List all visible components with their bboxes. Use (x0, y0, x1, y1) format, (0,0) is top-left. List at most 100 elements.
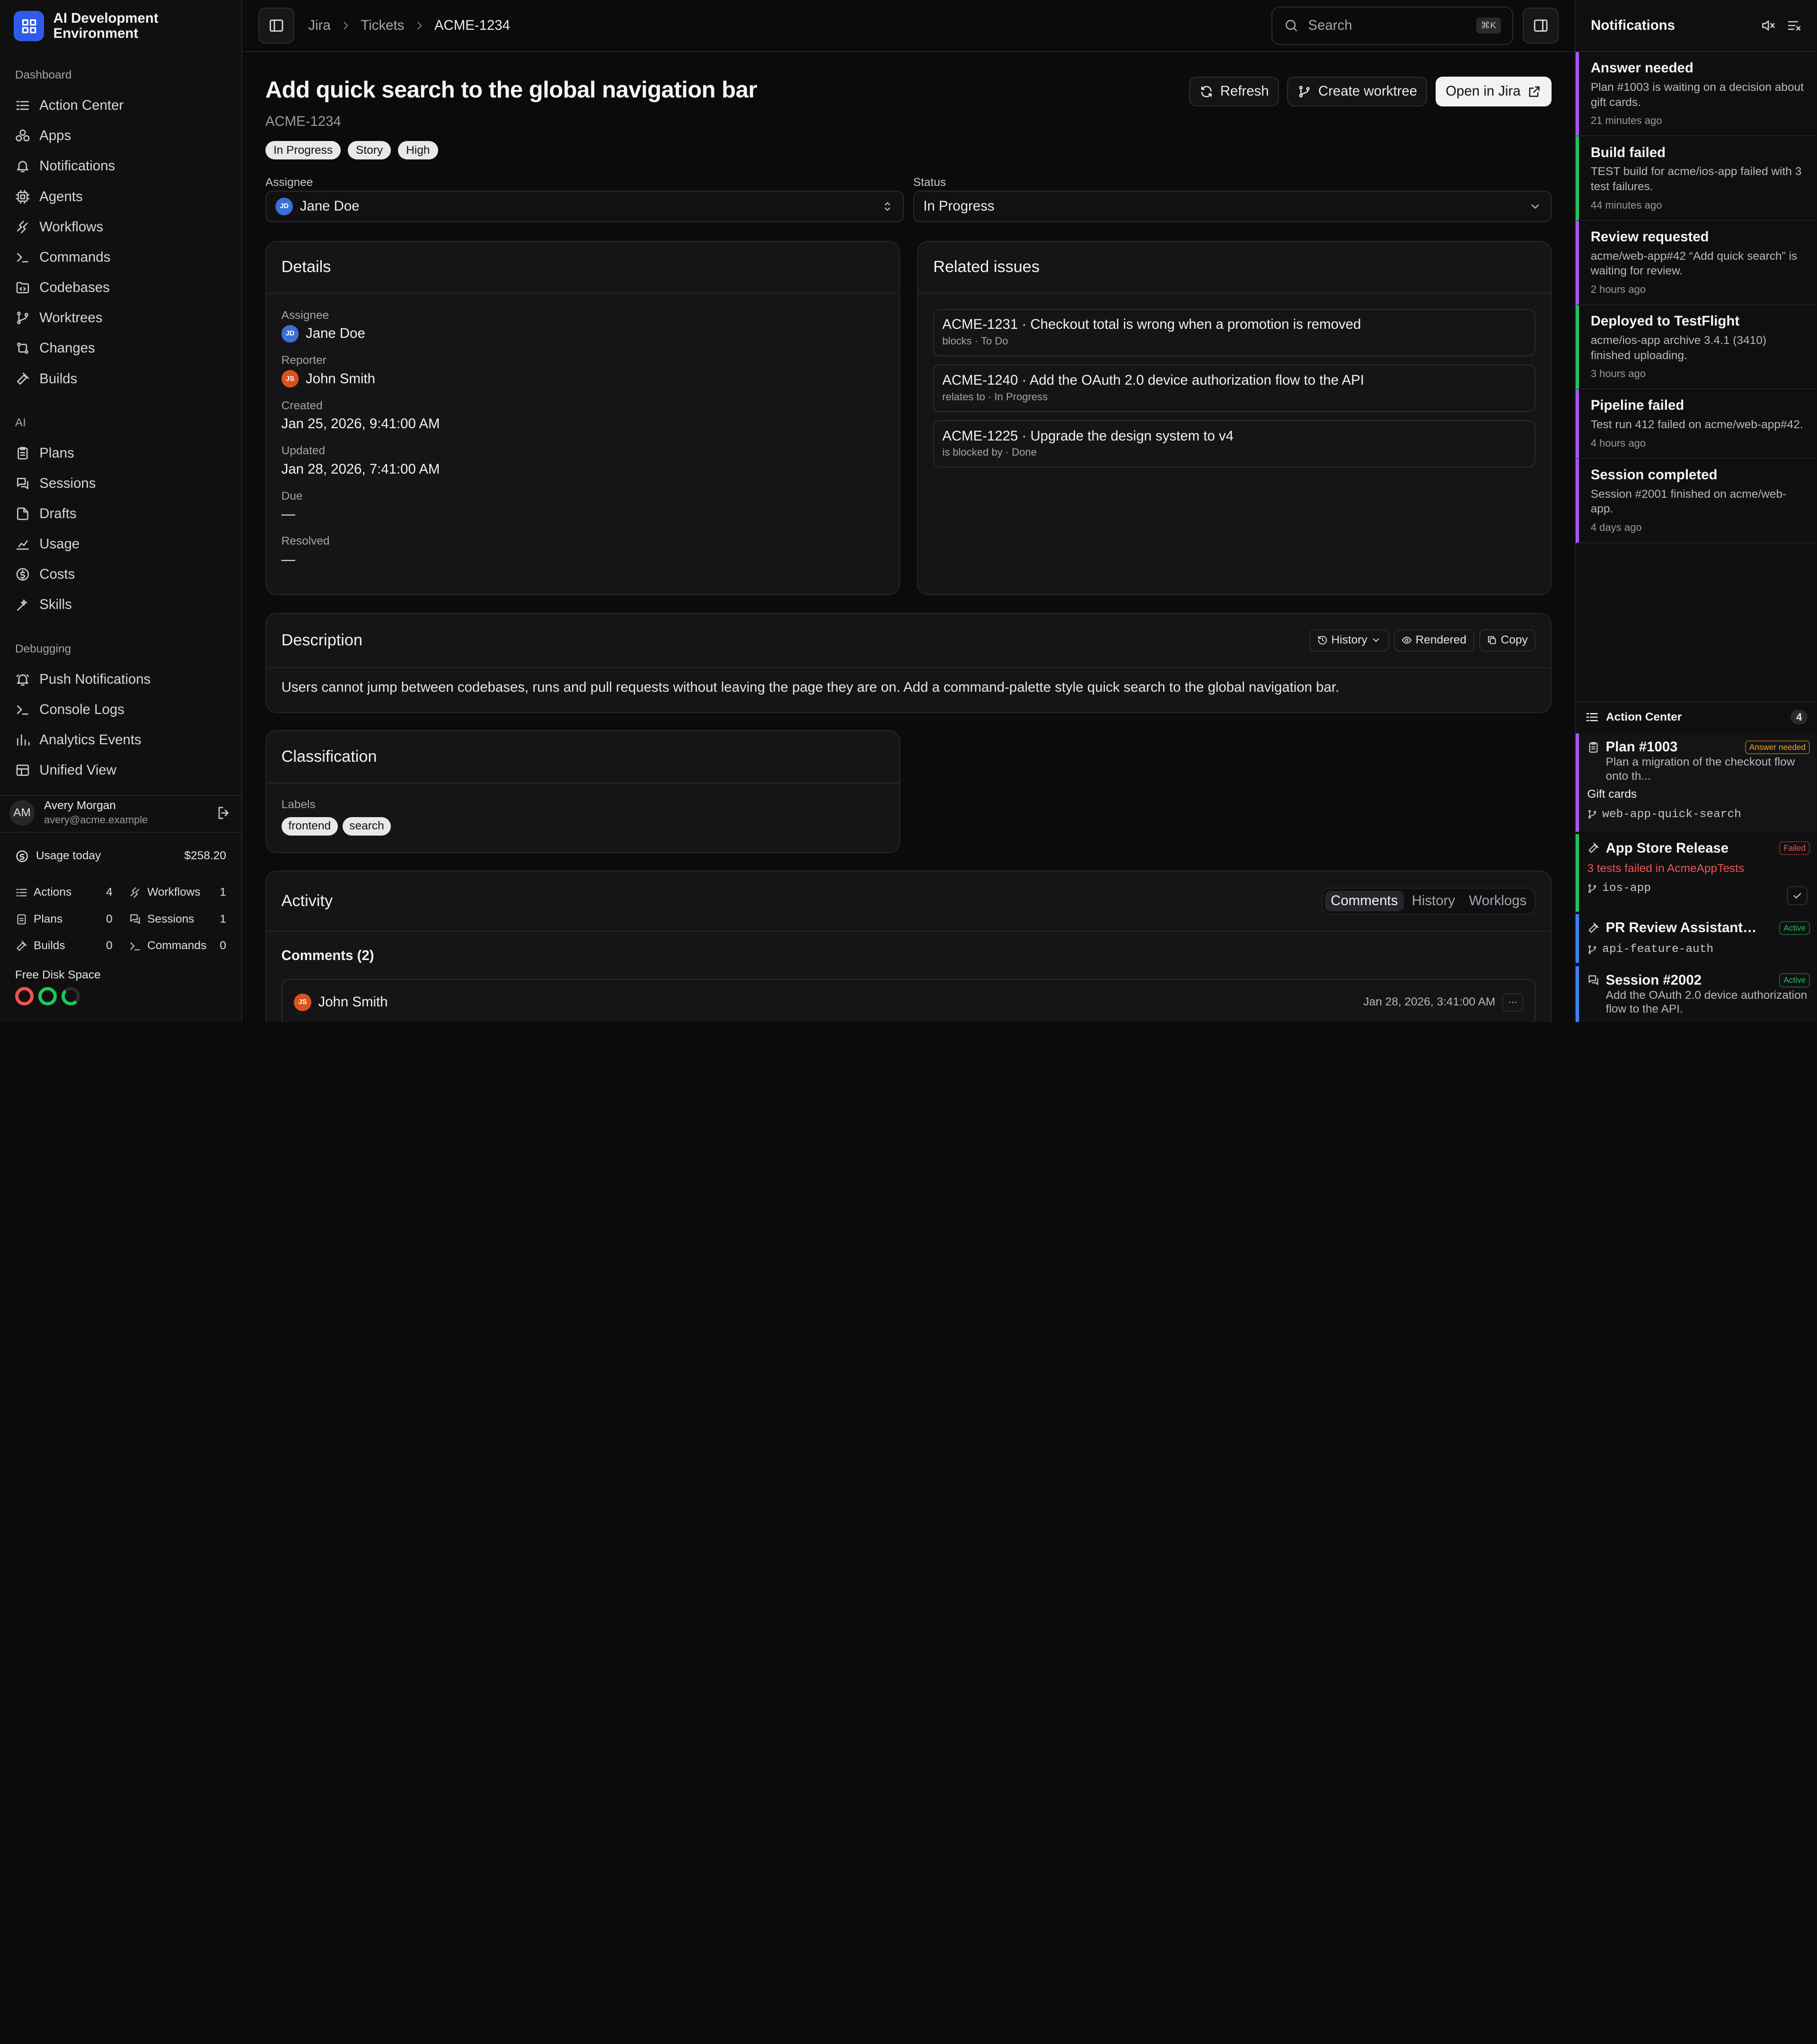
nav-costs[interactable]: Costs (0, 559, 241, 590)
nav-push-notifications[interactable]: Push Notifications (0, 664, 241, 695)
brand[interactable]: AI Development Environment (0, 0, 241, 52)
action-item-plan[interactable]: Plan #1003 Answer needed Plan a migration… (1576, 733, 1817, 832)
notification-item[interactable]: Review requested acme/web-app#42 “Add qui… (1576, 220, 1817, 306)
breadcrumb-tickets[interactable]: Tickets (361, 18, 404, 34)
messages-icon (1587, 974, 1600, 987)
rendered-toggle[interactable]: Rendered (1394, 629, 1474, 652)
action-item-session[interactable]: Session #2002 Active Add the OAuth 2.0 de… (1576, 966, 1817, 1022)
nav-commands[interactable]: Commands (0, 242, 241, 273)
history-dropdown[interactable]: History (1309, 629, 1389, 652)
tab-history[interactable]: History (1406, 891, 1461, 912)
comment-item: JS John Smith Jan 28, 2026, 3:41:00 AM ·… (281, 979, 1536, 1022)
notification-item[interactable]: Session completed Session #2001 finished … (1576, 458, 1817, 544)
tab-comments[interactable]: Comments (1325, 890, 1404, 912)
tab-worklogs[interactable]: Worklogs (1463, 891, 1532, 912)
create-worktree-button[interactable]: Create worktree (1287, 76, 1428, 107)
git-compare-icon (15, 341, 30, 356)
nav-action-center[interactable]: Action Center (0, 90, 241, 121)
nav-usage[interactable]: Usage (0, 529, 241, 559)
user-profile[interactable]: AM Avery Morgan avery@acme.example (0, 795, 241, 829)
action-item-title: Session #2002 (1605, 972, 1702, 988)
action-item-release[interactable]: App Store Release Failed 3 tests failed i… (1576, 834, 1817, 912)
ticket-key: ACME-1234 (265, 113, 341, 129)
open-in-jira-button[interactable]: Open in Jira (1435, 76, 1552, 107)
nav-workflows[interactable]: Workflows (0, 212, 241, 242)
status-badge: Active (1779, 921, 1810, 935)
nav-label: Workflows (39, 219, 104, 235)
related-issue[interactable]: ACME-1225 · Upgrade the design system to… (933, 420, 1536, 468)
related-issue[interactable]: ACME-1240 · Add the OAuth 2.0 device aut… (933, 364, 1536, 412)
action-center-count: 4 (1790, 710, 1808, 725)
disk-ring[interactable] (38, 987, 57, 1006)
status-value: In Progress (923, 198, 995, 214)
nav-plans[interactable]: Plans (0, 438, 241, 468)
copy-icon (1487, 635, 1497, 645)
description-text: Users cannot jump between codebases, run… (281, 679, 1340, 696)
clear-all-icon[interactable] (1787, 18, 1802, 33)
nav-skills[interactable]: Skills (0, 590, 241, 620)
nav-analytics-events[interactable]: Analytics Events (0, 725, 241, 755)
nav-agents[interactable]: Agents (0, 181, 241, 211)
disk-rings (15, 987, 226, 1006)
search-input[interactable]: Search ⌘K (1271, 6, 1514, 45)
history-icon (1317, 635, 1328, 645)
nav-worktrees[interactable]: Worktrees (0, 303, 241, 333)
nav-unified-view[interactable]: Unified View (0, 755, 241, 785)
toggle-sidebar-button[interactable] (258, 8, 295, 44)
chevron-right-icon (340, 20, 351, 31)
stat-label: Actions (34, 886, 72, 899)
related-key: ACME-1240 (942, 372, 1018, 388)
stat-value: 0 (106, 912, 113, 925)
notification-item[interactable]: Deployed to TestFlight acme/ios-app archi… (1576, 305, 1817, 390)
label-chip[interactable]: search (342, 817, 391, 836)
clipboard-icon (15, 446, 30, 461)
action-item-pr-review[interactable]: PR Review Assistant #4... Active api-feat… (1576, 914, 1817, 963)
nav-builds[interactable]: Builds (0, 363, 241, 394)
breadcrumb-jira[interactable]: Jira (308, 18, 330, 34)
nav-sessions[interactable]: Sessions (0, 468, 241, 499)
details-created-label: Created (281, 399, 323, 412)
nav-console-logs[interactable]: Console Logs (0, 695, 241, 725)
button-label: Open in Jira (1446, 83, 1521, 99)
stat-builds[interactable]: Builds 0 (15, 933, 113, 959)
section-dashboard: Dashboard (15, 69, 72, 82)
action-center-header[interactable]: Action Center 4 (1576, 701, 1817, 732)
stat-actions[interactable]: Actions 4 (15, 879, 113, 906)
comment-author: John Smith (318, 994, 388, 1010)
nav-drafts[interactable]: Drafts (0, 499, 241, 529)
notification-time: 3 hours ago (1590, 368, 1646, 380)
nav-apps[interactable]: Apps (0, 121, 241, 151)
stat-plans[interactable]: Plans 0 (15, 906, 113, 933)
related-issue[interactable]: ACME-1231 · Checkout total is wrong when… (933, 308, 1536, 357)
disk-ring[interactable] (15, 987, 34, 1006)
dismiss-button[interactable] (1787, 886, 1808, 905)
copy-button[interactable]: Copy (1479, 629, 1536, 652)
nav-codebases[interactable]: Codebases (0, 273, 241, 303)
dollar-circle-icon (15, 849, 29, 863)
stat-commands[interactable]: Commands 0 (129, 933, 226, 959)
status-select[interactable]: In Progress (913, 191, 1552, 222)
details-card: Details Assignee JD Jane Doe Reporter JS J… (265, 240, 900, 596)
nav-changes[interactable]: Changes (0, 333, 241, 363)
mute-icon[interactable] (1760, 18, 1775, 33)
notification-item[interactable]: Answer needed Plan #1003 is waiting on a … (1576, 52, 1817, 137)
stat-sessions[interactable]: Sessions 1 (129, 906, 226, 933)
assignee-select[interactable]: JD Jane Doe (265, 191, 904, 222)
branch-name: web-app-quick-search (1602, 808, 1741, 821)
list-checks-icon (1585, 710, 1599, 724)
stat-label: Builds (34, 939, 65, 952)
nav-label: Analytics Events (39, 732, 141, 748)
details-assignee-name: Jane Doe (306, 326, 365, 342)
nav-notifications[interactable]: Notifications (0, 151, 241, 181)
notification-item[interactable]: Build failed TEST build for acme/ios-app … (1576, 136, 1817, 221)
logout-icon[interactable] (216, 805, 232, 821)
comment-menu-button[interactable]: ··· (1502, 993, 1523, 1012)
label-chip[interactable]: frontend (281, 817, 338, 836)
disk-ring[interactable] (61, 987, 80, 1006)
stat-workflows[interactable]: Workflows 1 (129, 879, 226, 906)
priority-badge: High (397, 141, 438, 160)
toggle-panel-button[interactable] (1523, 8, 1559, 44)
notification-item[interactable]: Pipeline failed Test run 412 failed on ac… (1576, 389, 1817, 459)
related-meta: blocks · To Do (942, 335, 1008, 347)
refresh-button[interactable]: Refresh (1189, 76, 1279, 107)
